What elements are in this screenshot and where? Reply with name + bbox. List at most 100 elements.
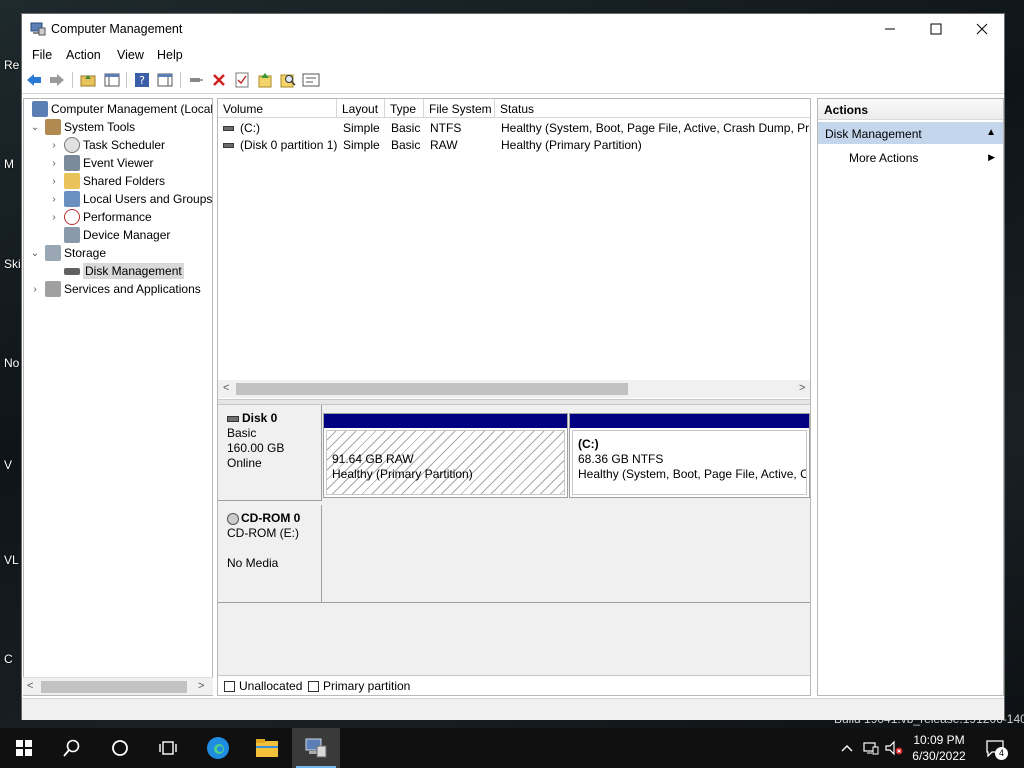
show-hide-action-pane-button[interactable] [156,71,174,89]
tree-item-event-viewer[interactable]: › Event Viewer [48,154,153,172]
search-icon [63,739,80,757]
tree-item-computer-management[interactable]: Computer Management (Local [24,100,212,118]
properties-button[interactable] [233,71,251,89]
maximize-button[interactable] [913,14,959,44]
forward-arrow-icon [50,74,64,86]
chevron-down-icon[interactable]: ⌄ [29,122,41,133]
toolbar-separator [180,72,181,88]
taskbar-clock[interactable]: 10:09 PM 6/30/2022 [905,732,973,764]
network-tray-button[interactable] [861,728,881,768]
volume-list-horizontal-scrollbar[interactable]: < > [218,380,810,398]
table-row[interactable]: (Disk 0 partition 1) Simple Basic RAW He… [218,136,810,153]
chevron-down-icon[interactable]: ⌄ [29,248,41,259]
volume-muted-icon [885,740,903,756]
more-actions-item[interactable]: More Actions ▶ [818,147,1003,167]
collapse-up-icon[interactable]: ▲ [986,127,996,138]
actions-header: Actions [818,99,1003,120]
tree-item-device-manager[interactable]: Device Manager [48,226,170,244]
tree-item-task-scheduler[interactable]: › Task Scheduler [48,136,165,154]
console-button[interactable] [302,71,320,89]
volume-cell: (Disk 0 partition 1) [223,138,341,152]
menu-help[interactable]: Help [157,48,183,62]
column-header-layout[interactable]: Layout [337,99,385,118]
file-explorer-icon [256,739,278,757]
column-header-file-system[interactable]: File System [424,99,495,118]
connect-icon [190,78,203,82]
action-center-button[interactable]: 4 [980,728,1010,768]
start-button[interactable] [0,728,48,768]
chevron-right-icon[interactable]: › [48,176,60,187]
file-explorer-taskbar-button[interactable] [243,728,291,768]
scrollbar-thumb[interactable] [236,383,628,395]
tree-item-label: Storage [64,246,107,260]
help-button[interactable]: ? [133,71,151,89]
cortana-icon [112,740,128,756]
disk-0-label[interactable]: Disk 0 Basic 160.00 GB Online [218,405,322,501]
scroll-right-icon[interactable]: > [799,382,805,394]
event-viewer-icon [64,155,80,171]
tree-item-storage[interactable]: ⌄ Storage [29,244,106,262]
maximize-icon [930,23,942,35]
tree-item-shared-folders[interactable]: › Shared Folders [48,172,165,190]
type-cell: Basic [391,138,421,152]
menu-file[interactable]: File [32,48,52,62]
actions-section-disk-management[interactable]: Disk Management ▲ [818,122,1003,144]
forward-button[interactable] [48,71,66,89]
delete-button[interactable] [210,71,228,89]
computer-management-taskbar-button[interactable] [292,728,340,768]
scroll-right-icon[interactable]: > [198,680,204,692]
cdrom-media-area [322,505,810,603]
cortana-button[interactable] [96,728,144,768]
disk-size: 160.00 GB [227,441,285,455]
table-row[interactable]: (C:) Simple Basic NTFS Healthy (System, … [218,119,811,136]
computer-management-icon [305,738,327,758]
tree-item-disk-management[interactable]: Disk Management [48,262,184,280]
up-one-level-button[interactable] [79,71,97,89]
chevron-right-icon[interactable]: › [48,194,60,205]
chevron-right-icon[interactable]: › [48,158,60,169]
scrollbar-thumb[interactable] [41,681,187,693]
scroll-left-icon[interactable]: < [223,382,229,394]
tree-item-local-users-and-groups[interactable]: › Local Users and Groups [48,190,212,208]
column-header-volume[interactable]: Volume [218,99,337,118]
tree-item-label: Device Manager [83,228,171,242]
chevron-right-icon[interactable]: › [29,284,41,295]
title-bar[interactable]: Computer Management [22,14,1004,45]
tree-item-label: Shared Folders [83,174,166,188]
partition-c[interactable]: (C:) 68.36 GB NTFS Healthy (System, Boot… [569,413,810,498]
edge-taskbar-button[interactable] [194,728,242,768]
connect-button[interactable] [187,71,205,89]
tree-horizontal-scrollbar[interactable]: < > [23,677,213,695]
scroll-left-icon[interactable]: < [27,680,33,692]
column-header-type[interactable]: Type [385,99,424,118]
partition-raw[interactable]: 91.64 GB RAW Healthy (Primary Partition) [323,413,568,498]
minimize-button[interactable] [867,14,913,44]
tree-item-label: System Tools [64,120,136,134]
properties-icon [235,72,249,88]
back-button[interactable] [25,71,43,89]
show-hide-tree-button[interactable] [103,71,121,89]
cdrom-0-label[interactable]: CD-ROM 0 CD-ROM (E:) No Media [218,505,322,603]
status-cell: Healthy (System, Boot, Page File, Active… [501,121,811,135]
tools-icon [45,119,61,135]
disk-type: Basic [227,426,257,440]
find-button[interactable] [279,71,297,89]
taskbar-search-button[interactable] [48,728,96,768]
menu-view[interactable]: View [117,48,144,62]
close-button[interactable] [959,14,1005,44]
tree-item-system-tools[interactable]: ⌄ System Tools [29,118,135,136]
cdrom-state: No Media [227,556,279,570]
volume-tray-button[interactable] [884,728,904,768]
show-hidden-icons-button[interactable] [838,728,856,768]
file-system-cell: NTFS [430,121,462,135]
disk-icon [227,415,239,422]
menu-action[interactable]: Action [66,48,101,62]
chevron-right-icon[interactable]: › [48,212,60,223]
tree-item-performance[interactable]: › Performance [48,208,152,226]
chevron-right-icon[interactable]: › [48,140,60,151]
column-header-status[interactable]: Status [495,99,810,118]
desktop-label-fragment: M [4,157,14,171]
export-button[interactable] [256,71,274,89]
task-view-button[interactable] [144,728,192,768]
tree-item-services-and-applications[interactable]: › Services and Applications [29,280,201,298]
